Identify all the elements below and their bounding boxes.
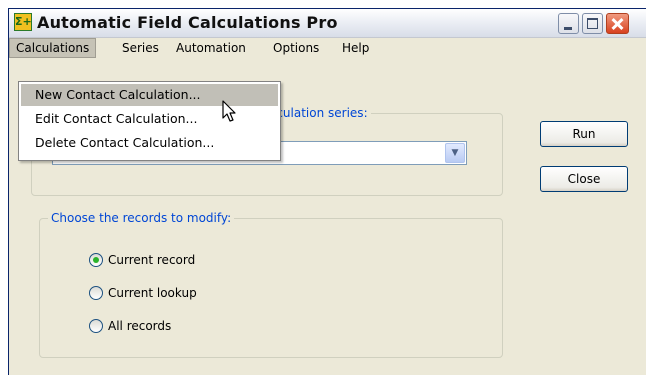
menu-item-new-contact-calculation[interactable]: New Contact Calculation... [21,84,278,106]
mouse-pointer-icon [222,100,236,122]
menu-options[interactable]: Options [267,38,325,58]
close-window-button[interactable] [606,13,629,34]
series-group-legend: lculation series: [270,106,371,120]
calculations-dropdown-menu: New Contact Calculation... Edit Contact … [18,81,281,161]
window-title: Automatic Field Calculations Pro [37,13,338,32]
menu-calculations[interactable]: Calculations [9,38,97,58]
minimize-button[interactable] [558,13,579,34]
menu-automation[interactable]: Automation [170,38,252,58]
menu-item-delete-contact-calculation[interactable]: Delete Contact Calculation... [21,132,278,154]
radio-button[interactable] [89,286,103,300]
sigma-plus-icon: Σ+ [14,13,32,31]
menu-item-edit-contact-calculation[interactable]: Edit Contact Calculation... [21,108,278,130]
radio-label: Current record [108,253,196,267]
run-button[interactable]: Run [540,121,628,147]
maximize-button[interactable] [582,13,603,34]
records-group-legend: Choose the records to modify: [48,211,235,225]
radio-button-checked[interactable] [89,253,103,267]
radio-label: All records [108,319,172,333]
radio-label: Current lookup [108,286,197,300]
menu-bar: Calculations Series Automation Options H… [9,38,646,58]
menu-help[interactable]: Help [336,38,375,58]
title-bar[interactable]: Σ+ Automatic Field Calculations Pro [9,9,646,38]
chevron-down-icon[interactable]: ▼ [445,143,465,163]
close-button[interactable]: Close [540,166,628,192]
menu-series[interactable]: Series [116,38,165,58]
radio-button[interactable] [89,319,103,333]
